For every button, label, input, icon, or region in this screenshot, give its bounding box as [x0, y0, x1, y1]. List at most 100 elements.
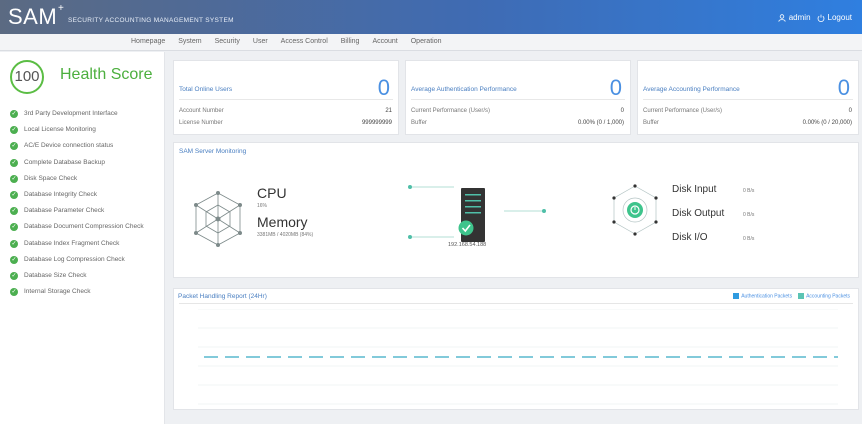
cpu-value: 16%	[257, 203, 268, 209]
health-check-item[interactable]: ✓ Database Size Check	[10, 271, 160, 280]
health-score-circle: 100	[10, 60, 44, 94]
check-icon: ✓	[10, 142, 18, 151]
row-label: Buffer	[643, 120, 659, 126]
user-link[interactable]: admin	[778, 13, 811, 22]
disk-output-value: 0 B/s	[743, 212, 755, 218]
card-row: Buffer 0.00% (0 / 1,000)	[411, 120, 624, 126]
panel-title: Packet Handling Report (24Hr)	[178, 293, 267, 300]
row-value: 999999999	[361, 120, 392, 126]
row-value: 0.00% (0 / 1,000)	[577, 120, 624, 126]
health-check-label: Database Index Fragment Check	[24, 239, 120, 247]
check-icon: ✓	[10, 271, 18, 280]
logout-link[interactable]: Logout	[817, 13, 852, 22]
disk-io-value: 0 B/s	[743, 236, 755, 242]
health-check-item[interactable]: ✓ AC/E Device connection status	[10, 142, 160, 151]
health-check-item[interactable]: ✓ Database Integrity Check	[10, 190, 160, 199]
health-check-item[interactable]: ✓ Complete Database Backup	[10, 158, 160, 167]
panel-title: SAM Server Monitoring	[179, 148, 247, 155]
health-check-item[interactable]: ✓ Database Index Fragment Check	[10, 239, 160, 248]
health-check-item[interactable]: ✓ Internal Storage Check	[10, 288, 160, 297]
disk-io-label: Disk I/O	[672, 232, 708, 243]
nav-access-control[interactable]: Access Control	[281, 38, 328, 45]
nav-system[interactable]: System	[178, 38, 201, 45]
check-icon: ✓	[10, 239, 18, 248]
card-divider	[411, 99, 625, 100]
check-icon: ✓	[10, 207, 18, 216]
health-check-item[interactable]: ✓ Database Document Compression Check	[10, 223, 160, 232]
health-check-label: Internal Storage Check	[24, 288, 91, 296]
health-check-label: Disk Space Check	[24, 174, 78, 182]
card-row: Account Number 21	[179, 108, 392, 114]
user-menu: admin Logout	[778, 13, 852, 22]
check-icon: ✓	[10, 288, 18, 297]
cpu-network-icon	[194, 191, 242, 247]
health-check-label: Database Size Check	[24, 271, 87, 279]
row-label: Current Performance (User/s)	[411, 108, 491, 114]
disk-input-value: 0 B/s	[743, 188, 755, 194]
legend-acct[interactable]: Accounting Packets	[798, 293, 850, 299]
server-ip: 192.168.54.188	[448, 242, 487, 248]
health-check-label: 3rd Party Development Interface	[24, 110, 118, 117]
user-icon	[778, 13, 786, 22]
health-score-title: Health Score	[60, 66, 153, 83]
health-check-list: ✓ 3rd Party Development Interface ✓ Local …	[10, 110, 160, 304]
nav-account[interactable]: Account	[372, 38, 397, 45]
power-icon	[817, 14, 824, 22]
health-check-label: Database Log Compression Check	[24, 255, 125, 263]
health-check-label: Local License Monitoring	[24, 126, 96, 134]
chart-legend: Authentication Packets Accounting Packet…	[733, 293, 850, 299]
logo-plus: +	[58, 3, 64, 14]
legend-swatch-auth	[733, 293, 740, 299]
nav-security[interactable]: Security	[215, 38, 240, 45]
auth-performance-value: 0	[609, 75, 622, 100]
health-check-item[interactable]: ✓ Disk Space Check	[10, 174, 160, 183]
card-row: License Number 999999999	[179, 120, 392, 126]
card-title: Average Authentication Performance	[411, 86, 517, 93]
check-icon: ✓	[10, 223, 18, 232]
card-title: Average Accounting Performance	[643, 86, 740, 93]
health-check-label: Database Integrity Check	[24, 190, 97, 198]
memory-label: Memory	[257, 214, 308, 230]
check-icon: ✓	[10, 255, 18, 264]
memory-value: 3381MB / 4020MB (84%)	[257, 232, 314, 238]
card-row: Buffer 0.00% (0 / 20,000)	[643, 120, 852, 126]
nav-billing[interactable]: Billing	[341, 38, 360, 45]
health-check-label: Database Parameter Check	[24, 207, 105, 215]
packet-chart	[198, 309, 838, 405]
health-check-item[interactable]: ✓ Local License Monitoring	[10, 126, 160, 135]
legend-acct-label: Accounting Packets	[806, 293, 850, 300]
server-icon	[458, 188, 485, 242]
check-icon: ✓	[10, 190, 18, 199]
row-label: Buffer	[411, 120, 427, 126]
health-check-label: AC/E Device connection status	[24, 142, 114, 150]
disk-network-icon	[612, 184, 658, 236]
nav-user[interactable]: User	[253, 38, 268, 45]
system-name: SECURITY ACCOUNTING MANAGEMENT SYSTEM	[68, 17, 234, 24]
health-check-item[interactable]: ✓ Database Parameter Check	[10, 207, 160, 216]
health-check-item[interactable]: ✓ 3rd Party Development Interface	[10, 110, 160, 118]
health-check-item[interactable]: ✓ Database Log Compression Check	[10, 255, 160, 264]
auth-performance-card: Average Authentication Performance 0 Cur…	[405, 60, 631, 135]
legend-auth[interactable]: Authentication Packets	[733, 293, 792, 299]
card-row: Current Performance (User/s) 0	[643, 108, 852, 114]
acct-performance-card: Average Accounting Performance 0 Current…	[637, 60, 859, 135]
row-label: Account Number	[179, 108, 224, 114]
cpu-label: CPU	[257, 185, 287, 201]
check-icon: ✓	[10, 126, 18, 135]
nav-operation[interactable]: Operation	[411, 38, 442, 45]
row-value: 0.00% (0 / 20,000)	[802, 120, 852, 126]
check-icon: ✓	[10, 158, 18, 167]
top-bar: SAM + SECURITY ACCOUNTING MANAGEMENT SYS…	[0, 0, 862, 34]
check-icon: ✓	[10, 174, 18, 183]
acct-performance-value: 0	[837, 75, 850, 100]
server-monitoring-panel: SAM Server Monitoring CPU 16% Memory 338…	[173, 142, 859, 278]
main-nav: Homepage System Security User Access Con…	[0, 34, 862, 51]
online-users-value: 0	[377, 75, 390, 100]
panel-divider	[179, 303, 853, 304]
nav-homepage[interactable]: Homepage	[131, 38, 165, 45]
health-check-label: Complete Database Backup	[24, 158, 105, 166]
health-check-label: Database Document Compression Check	[24, 223, 144, 231]
card-divider	[179, 99, 393, 100]
app-logo[interactable]: SAM	[8, 4, 57, 30]
row-value: 21	[385, 108, 392, 114]
